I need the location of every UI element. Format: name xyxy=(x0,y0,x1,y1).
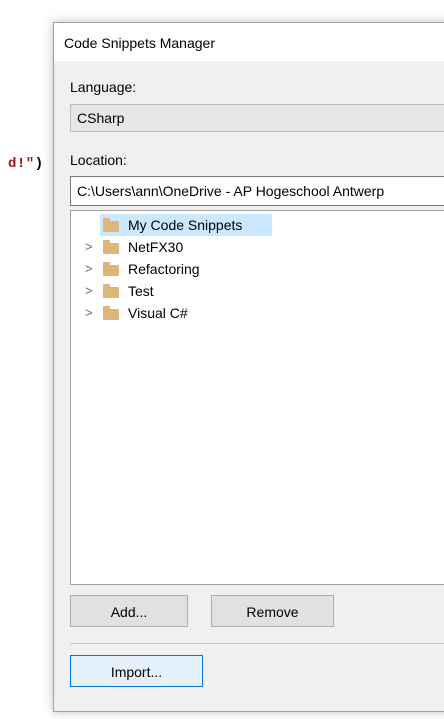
folder-icon xyxy=(103,262,119,276)
code-editor-background xyxy=(0,0,53,719)
remove-button[interactable]: Remove xyxy=(211,595,334,627)
tree-item-label: Visual C# xyxy=(128,305,188,321)
tree-item-test[interactable]: > Test xyxy=(71,280,444,302)
folder-icon xyxy=(103,240,119,254)
dialog-title-bar[interactable]: Code Snippets Manager xyxy=(54,23,444,61)
add-button[interactable]: Add... xyxy=(70,595,188,627)
language-dropdown[interactable]: CSharp ⌄ xyxy=(70,104,444,132)
location-path-text: C:\Users\ann\OneDrive - AP Hogeschool An… xyxy=(77,183,385,199)
import-button[interactable]: Import... xyxy=(70,655,203,687)
dialog-title: Code Snippets Manager xyxy=(64,35,215,51)
chevron-right-icon[interactable]: > xyxy=(85,239,93,254)
code-editor-text: d!") xyxy=(8,156,44,172)
language-label: Language: xyxy=(70,79,137,95)
chevron-right-icon[interactable]: > xyxy=(85,305,93,320)
code-string-fragment: d!" xyxy=(8,156,35,172)
snippet-folder-tree[interactable]: My Code Snippets > NetFX30 > Refactoring… xyxy=(70,210,444,585)
tree-item-my-code-snippets[interactable]: My Code Snippets xyxy=(100,214,272,236)
code-snippets-manager-dialog: Code Snippets Manager Language: CSharp ⌄… xyxy=(53,22,444,712)
folder-icon xyxy=(103,284,119,298)
tree-item-refactoring[interactable]: > Refactoring xyxy=(71,258,444,280)
folder-icon xyxy=(103,218,119,232)
tree-item-visual-csharp[interactable]: > Visual C# xyxy=(71,302,444,324)
location-label: Location: xyxy=(70,152,127,168)
code-paren: ) xyxy=(34,156,44,172)
tree-item-label: Refactoring xyxy=(128,261,200,277)
tree-item-netfx30[interactable]: > NetFX30 xyxy=(71,236,444,258)
tree-item-label: NetFX30 xyxy=(128,239,184,255)
chevron-right-icon[interactable]: > xyxy=(85,283,93,298)
tree-item-label: Test xyxy=(128,283,154,299)
location-field[interactable]: C:\Users\ann\OneDrive - AP Hogeschool An… xyxy=(70,176,444,206)
tree-item-label: My Code Snippets xyxy=(128,217,243,233)
folder-icon xyxy=(103,306,119,320)
dialog-separator xyxy=(70,643,444,644)
language-dropdown-value: CSharp xyxy=(77,110,125,126)
chevron-right-icon[interactable]: > xyxy=(85,261,93,276)
